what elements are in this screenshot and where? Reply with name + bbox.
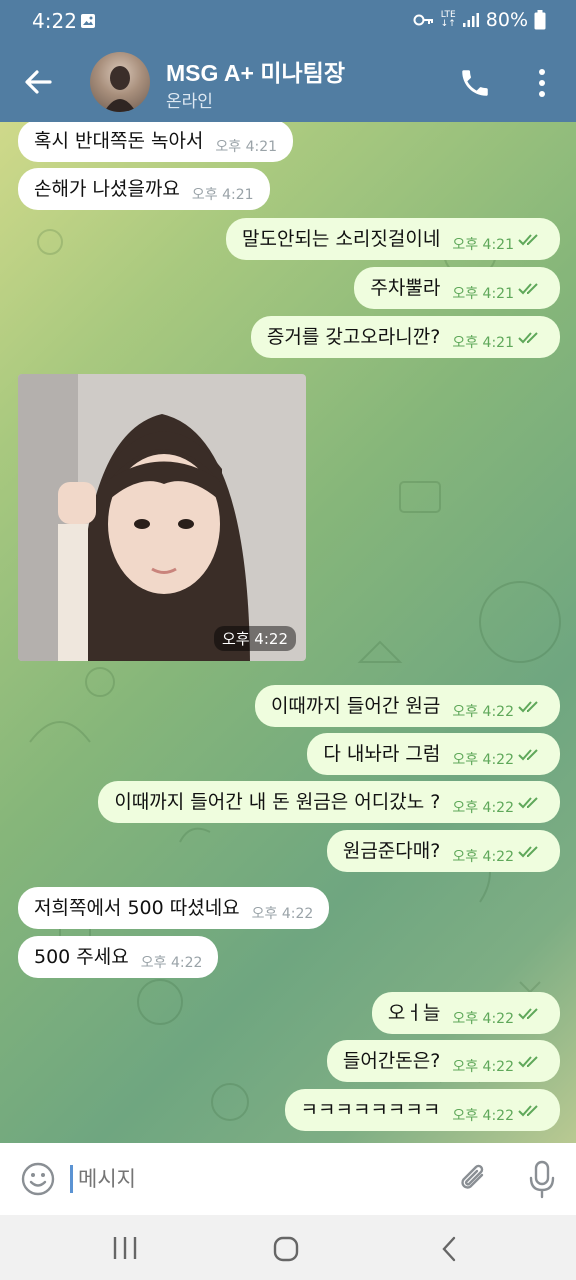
paperclip-icon[interactable] [456,1161,492,1197]
message-text: 오ㅓ늘 [387,1002,441,1024]
message-bubble[interactable]: 오ㅓ늘 오후 4:22 [371,992,560,1034]
message-bubble[interactable]: 들어간돈은? 오후 4:22 [326,1040,560,1082]
phone-icon[interactable] [458,66,492,100]
message-time: 오후 4:22 [140,955,203,971]
double-check-icon [518,749,538,761]
status-bar: 4:22 LTE ↓↑ 80% [0,0,576,42]
home-icon[interactable] [272,1235,300,1263]
message-text: 저희쪽에서 500 따셨네요 [34,897,240,919]
double-check-icon [518,797,538,809]
message-time: 오후 4:21 [452,286,514,302]
message-text: 증거를 갖고오라니깐? [266,326,441,348]
network-type: LTE ↓↑ [440,10,456,29]
message-time: 오후 4:22 [452,1108,514,1124]
message-text: 말도안되는 소리짓걸이네 [242,228,441,250]
message-composer [0,1143,576,1215]
message-text: 주차뿔라 [370,277,441,299]
double-check-icon [518,1008,538,1020]
smiley-icon[interactable] [20,1161,56,1197]
double-check-icon [518,332,538,344]
message-text: 이때까지 들어간 원금 [270,695,441,717]
message-time: 오후 4:22 [452,1059,514,1075]
message-text: 원금준다매? [342,840,441,862]
avatar[interactable] [90,52,150,112]
message-bubble[interactable]: 증거를 갖고오라니깐? 오후 4:21 [250,316,560,358]
message-time: 오후 4:22 [452,849,514,865]
message-time: 오후 4:22 [452,752,514,768]
status-indicators: LTE ↓↑ 80% [413,9,546,31]
more-vertical-icon[interactable] [530,66,554,100]
photo-image [18,374,306,661]
double-check-icon [518,1105,538,1117]
message-bubble[interactable]: 이때까지 들어간 내 돈 원금은 어디갔노 ? 오후 4:22 [98,781,560,823]
photo-message[interactable]: 오후 4:22 [18,374,306,661]
message-time: 오후 4:22 [452,800,514,816]
message-time: 오후 4:21 [191,187,254,203]
message-bubble[interactable]: 원금준다매? 오후 4:22 [326,830,560,872]
message-bubble[interactable]: 혹시 반대쪽돈 녹아서 오후 4:21 [18,122,294,162]
message-time: 오후 4:21 [452,335,514,351]
message-bubble[interactable]: 손해가 나셨을까요 오후 4:21 [18,168,270,210]
message-text: 이때까지 들어간 내 돈 원금은 어디갔노 ? [114,791,441,813]
text-caret [70,1165,73,1193]
message-text: 500 주세요 [34,946,129,968]
message-time: 오후 4:22 [213,626,296,651]
network-label: LTE [440,10,456,20]
battery-percent: 80% [485,9,528,31]
status-time: 4:22 [32,9,77,33]
chat-area[interactable]: 혹시 반대쪽돈 녹아서 오후 4:21 손해가 나셨을까요 오후 4:21 말도안되… [0,122,576,1143]
message-time: 오후 4:22 [452,704,514,720]
message-bubble[interactable]: 다 내놔라 그럼 오후 4:22 [307,733,560,775]
avatar-silhouette [104,66,136,112]
message-text: ㅋㅋㅋㅋㅋㅋㅋㅋ [300,1099,441,1121]
message-text: 들어간돈은? [342,1050,441,1072]
battery-icon [534,10,546,30]
double-check-icon [518,701,538,713]
message-time: 오후 4:22 [251,906,314,922]
double-check-icon [518,234,538,246]
message-text: 다 내놔라 그럼 [323,743,441,765]
message-text: 혹시 반대쪽돈 녹아서 [34,130,204,152]
message-bubble[interactable]: 500 주세요 오후 4:22 [18,936,219,978]
message-time: 오후 4:22 [452,1011,514,1027]
online-status: 온라인 [166,92,213,112]
message-bubble[interactable]: 저희쪽에서 500 따셨네요 오후 4:22 [18,887,330,929]
message-bubble[interactable]: 주차뿔라 오후 4:21 [354,267,560,309]
message-bubble[interactable]: 말도안되는 소리짓걸이네 오후 4:21 [226,218,560,260]
double-check-icon [518,1056,538,1068]
message-bubble[interactable]: ㅋㅋㅋㅋㅋㅋㅋㅋ 오후 4:22 [284,1089,560,1131]
back-nav-icon[interactable] [438,1235,460,1263]
message-input[interactable] [78,1163,438,1195]
double-check-icon [518,283,538,295]
message-time: 오후 4:21 [452,237,514,253]
system-nav-bar [0,1215,576,1280]
message-text: 손해가 나셨을까요 [34,178,180,200]
message-bubble[interactable]: 이때까지 들어간 원금 오후 4:22 [254,685,560,727]
message-time: 오후 4:21 [215,139,278,155]
double-check-icon [518,846,538,858]
microphone-icon[interactable] [525,1159,559,1199]
signal-icon [462,13,479,27]
arrow-left-icon[interactable] [22,66,54,98]
chat-title[interactable]: MSG A+ 미나팀장 [166,54,345,88]
gallery-notification-icon [81,14,95,28]
recent-apps-icon[interactable] [110,1235,140,1261]
chat-header: MSG A+ 미나팀장 온라인 [0,42,576,122]
key-icon [413,14,433,26]
